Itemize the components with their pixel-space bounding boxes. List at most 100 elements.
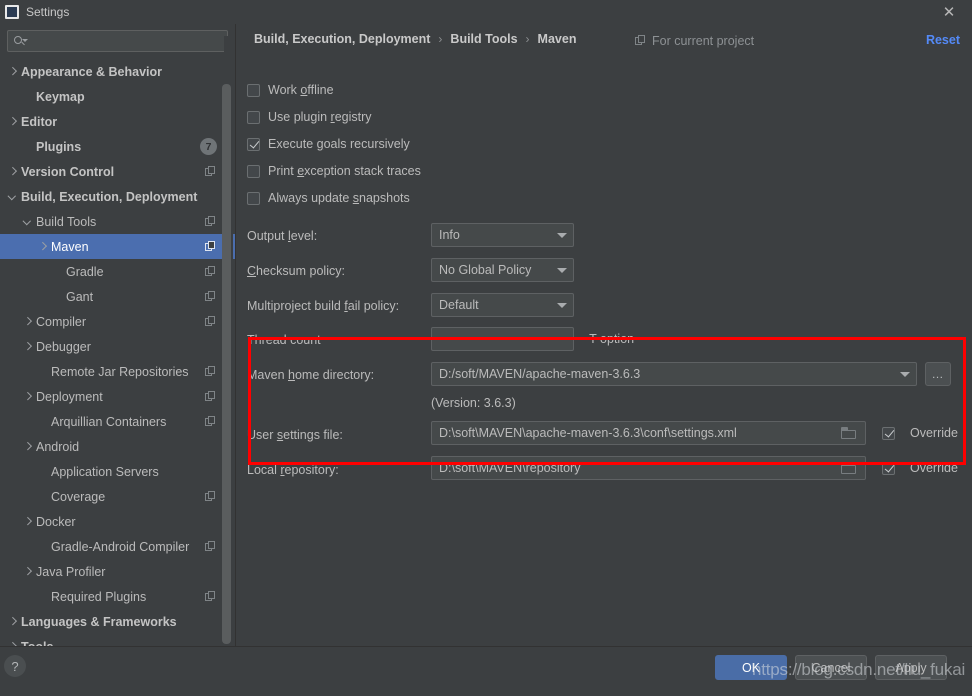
sidebar-item-label: Android bbox=[36, 439, 80, 454]
cancel-button[interactable]: Cancel bbox=[795, 655, 867, 680]
chevron-right-icon[interactable] bbox=[7, 166, 18, 177]
sidebar-item-application-servers[interactable]: Application Servers bbox=[0, 459, 235, 484]
idea-icon bbox=[5, 5, 19, 19]
sidebar-scrollbar-thumb[interactable] bbox=[222, 84, 231, 644]
checkbox-row[interactable]: Work offline bbox=[247, 81, 334, 99]
maven-home-combo[interactable]: D:/soft/MAVEN/apache-maven-3.6.3 bbox=[431, 362, 917, 386]
chevron-down-icon[interactable] bbox=[22, 216, 33, 227]
combo-select[interactable]: Info bbox=[431, 223, 574, 247]
sidebar-item-label: Arquillian Containers bbox=[51, 414, 167, 429]
sidebar-item-android[interactable]: Android bbox=[0, 434, 235, 459]
chevron-down-icon[interactable] bbox=[7, 191, 18, 202]
chevron-right-icon[interactable] bbox=[22, 441, 33, 452]
maven-settings-panel: Build, Execution, Deployment › Build Tools… bbox=[237, 24, 972, 646]
checkbox-row[interactable]: Always update snapshots bbox=[247, 189, 410, 207]
chevron-right-icon[interactable] bbox=[22, 516, 33, 527]
chevron-right-icon[interactable] bbox=[7, 66, 18, 77]
sidebar-item-maven[interactable]: Maven bbox=[0, 234, 235, 259]
chevron-right-icon[interactable] bbox=[7, 116, 18, 127]
user-settings-override-checkbox[interactable] bbox=[882, 426, 895, 440]
combo-select[interactable]: Default bbox=[431, 293, 574, 317]
checkbox-toggle[interactable] bbox=[247, 164, 260, 178]
sidebar-item-gradle-android-compiler[interactable]: Gradle-Android Compiler bbox=[0, 534, 235, 559]
chevron-down-icon[interactable] bbox=[894, 363, 916, 385]
checkbox-label: Use plugin registry bbox=[268, 110, 372, 124]
local-repository-override-label: Override bbox=[910, 461, 958, 475]
project-scope-icon bbox=[205, 315, 217, 328]
breadcrumb-item[interactable]: Build, Execution, Deployment bbox=[254, 32, 430, 46]
sidebar-item-appearance-behavior[interactable]: Appearance & Behavior bbox=[0, 59, 235, 84]
sidebar-item-build-tools[interactable]: Build Tools bbox=[0, 209, 235, 234]
breadcrumb-item[interactable]: Build Tools bbox=[450, 32, 517, 46]
ok-button[interactable]: OK bbox=[715, 655, 787, 680]
thread-count-input[interactable] bbox=[431, 327, 574, 351]
chevron-right-icon[interactable] bbox=[22, 566, 33, 577]
sidebar-item-debugger[interactable]: Debugger bbox=[0, 334, 235, 359]
sidebar-item-build-execution-deployment[interactable]: Build, Execution, Deployment bbox=[0, 184, 235, 209]
sidebar-item-label: Editor bbox=[21, 114, 58, 129]
chevron-right-icon[interactable] bbox=[7, 616, 18, 627]
sidebar-item-editor[interactable]: Editor bbox=[0, 109, 235, 134]
checkbox-toggle[interactable] bbox=[247, 83, 260, 97]
combo-select[interactable]: No Global Policy bbox=[431, 258, 574, 282]
sidebar-item-deployment[interactable]: Deployment bbox=[0, 384, 235, 409]
chevron-right-icon[interactable] bbox=[22, 341, 33, 352]
checkbox-toggle[interactable] bbox=[247, 137, 260, 151]
chevron-down-icon[interactable] bbox=[551, 224, 573, 246]
sidebar-item-plugins[interactable]: Plugins 7 bbox=[0, 134, 235, 159]
folder-icon[interactable] bbox=[841, 461, 859, 475]
search-box[interactable] bbox=[7, 30, 228, 52]
local-repository-input[interactable]: D:\soft\MAVEN\repository bbox=[431, 456, 866, 480]
apply-button[interactable]: Apply bbox=[875, 655, 947, 680]
sidebar-item-languages-frameworks[interactable]: Languages & Frameworks bbox=[0, 609, 235, 634]
sidebar-item-remote-jar-repositories[interactable]: Remote Jar Repositories bbox=[0, 359, 235, 384]
maven-home-label: Maven home directory: bbox=[247, 368, 375, 382]
sidebar-item-gant[interactable]: Gant bbox=[0, 284, 235, 309]
sidebar-item-required-plugins[interactable]: Required Plugins bbox=[0, 584, 235, 609]
breadcrumb-item[interactable]: Maven bbox=[538, 32, 577, 46]
thread-count-row: Thread count bbox=[247, 328, 321, 352]
help-button[interactable]: ? bbox=[4, 655, 26, 677]
chevron-right-icon[interactable] bbox=[22, 316, 33, 327]
chevron-right-icon[interactable] bbox=[37, 241, 48, 252]
checkbox-row[interactable]: Use plugin registry bbox=[247, 108, 372, 126]
close-icon[interactable]: ✕ bbox=[926, 0, 972, 24]
maven-home-browse-button[interactable]: … bbox=[925, 362, 951, 386]
folder-icon[interactable] bbox=[841, 426, 859, 440]
chevron-down-icon[interactable] bbox=[551, 294, 573, 316]
sidebar-item-coverage[interactable]: Coverage bbox=[0, 484, 235, 509]
search-icon bbox=[13, 34, 28, 48]
local-repository-override-checkbox[interactable] bbox=[882, 461, 895, 475]
project-scope-icon bbox=[205, 215, 217, 228]
sidebar-item-version-control[interactable]: Version Control bbox=[0, 159, 235, 184]
reset-link[interactable]: Reset bbox=[926, 33, 960, 47]
sidebar-item-java-profiler[interactable]: Java Profiler bbox=[0, 559, 235, 584]
project-scope-icon bbox=[205, 365, 217, 378]
sidebar-item-arquillian-containers[interactable]: Arquillian Containers bbox=[0, 409, 235, 434]
sidebar-item-tools[interactable]: Tools bbox=[0, 634, 235, 647]
sidebar-scrollbar-track[interactable] bbox=[222, 36, 233, 644]
sidebar-item-gradle[interactable]: Gradle bbox=[0, 259, 235, 284]
user-settings-input[interactable]: D:\soft\MAVEN\apache-maven-3.6.3\conf\se… bbox=[431, 421, 866, 445]
user-settings-label: User settings file: bbox=[247, 428, 343, 442]
local-repository-override-row[interactable]: Override bbox=[882, 461, 958, 475]
checkbox-row[interactable]: Execute goals recursively bbox=[247, 135, 410, 153]
sidebar-item-label: Build Tools bbox=[36, 214, 97, 229]
settings-tree: Appearance & Behavior Keymap Editor Plugins… bbox=[0, 59, 235, 646]
combo-value: Info bbox=[439, 228, 460, 242]
checkbox-toggle[interactable] bbox=[247, 191, 260, 205]
sidebar-item-compiler[interactable]: Compiler bbox=[0, 309, 235, 334]
checkbox-row[interactable]: Print exception stack traces bbox=[247, 162, 421, 180]
checkbox-toggle[interactable] bbox=[247, 110, 260, 124]
combo-label: Output level: bbox=[247, 229, 318, 243]
user-settings-override-row[interactable]: Override bbox=[882, 426, 958, 440]
chevron-right-icon[interactable] bbox=[22, 391, 33, 402]
plugins-update-badge: 7 bbox=[200, 138, 217, 155]
for-current-project-label: For current project bbox=[635, 34, 754, 48]
sidebar-item-keymap[interactable]: Keymap bbox=[0, 84, 235, 109]
search-input[interactable] bbox=[27, 34, 222, 48]
sidebar-item-docker[interactable]: Docker bbox=[0, 509, 235, 534]
chevron-down-icon[interactable] bbox=[551, 259, 573, 281]
